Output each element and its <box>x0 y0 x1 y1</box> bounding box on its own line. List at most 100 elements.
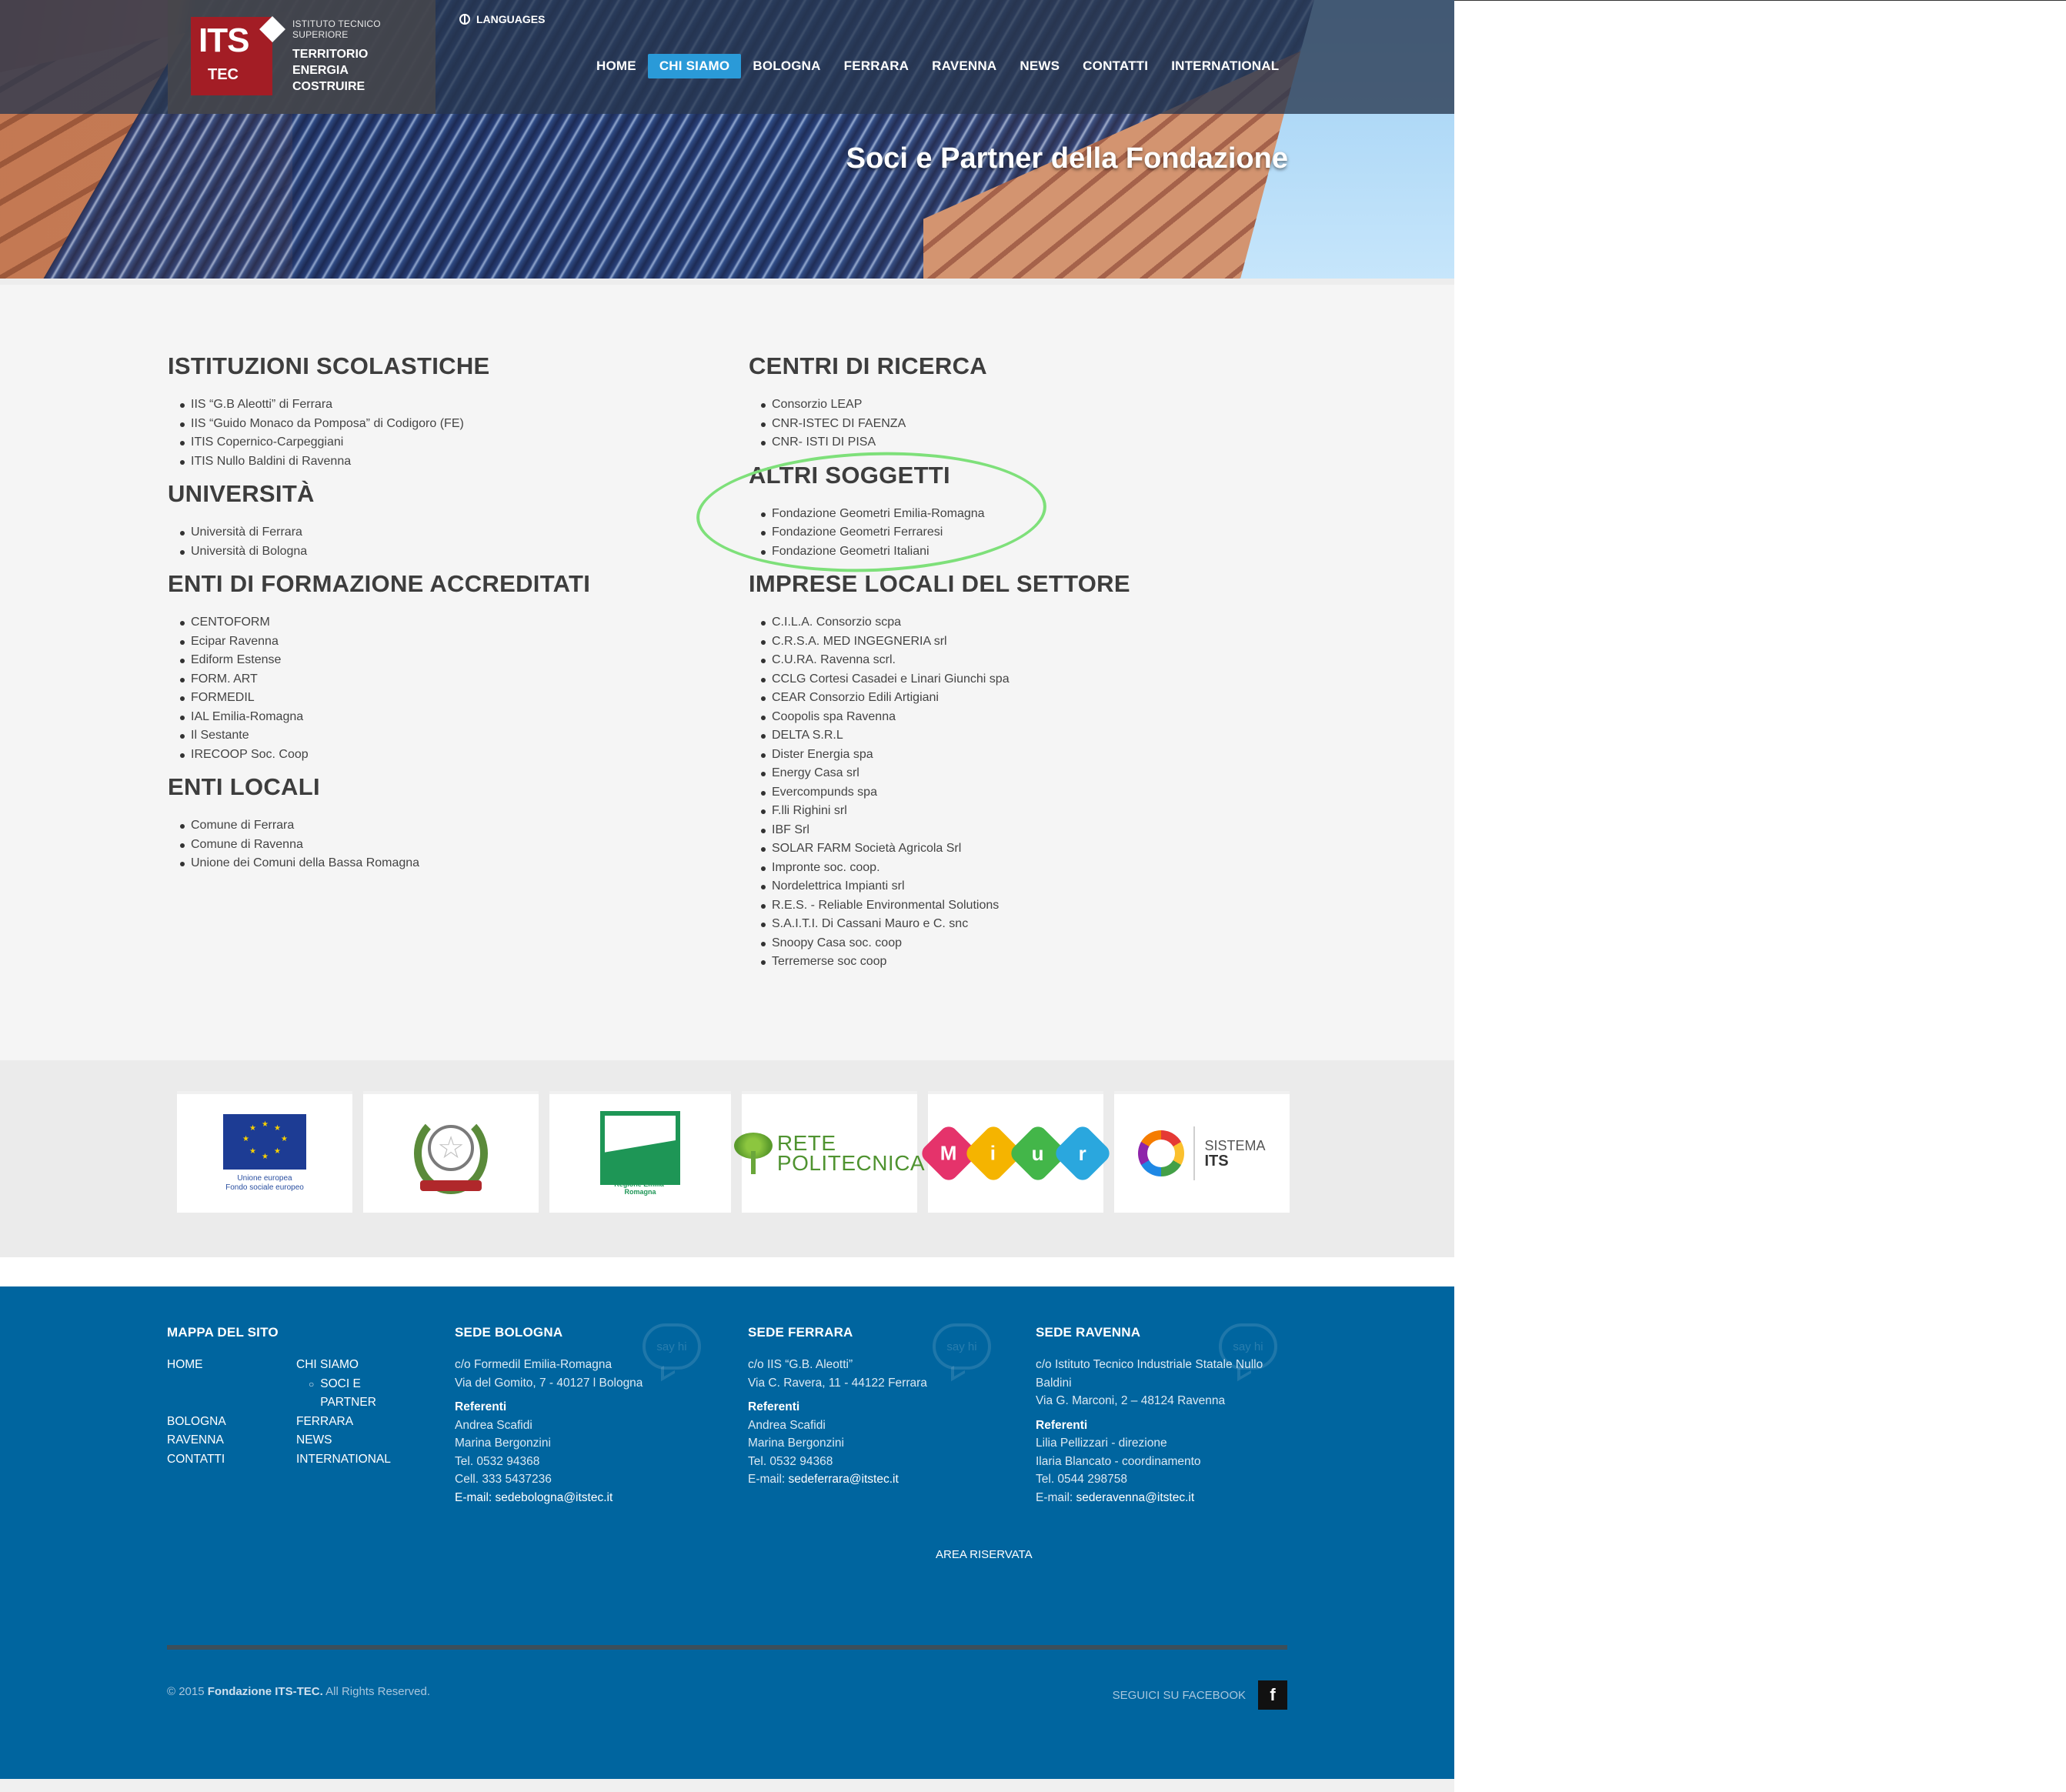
email-link[interactable]: sederavenna@itstec.it <box>1076 1491 1195 1504</box>
list-item: IIS “G.B Aleotti” di Ferrara <box>180 395 706 415</box>
section-universita: UNIVERSITÀ Università di Ferrara Universi… <box>168 480 706 561</box>
regione-emilia-romagna-logo[interactable]: Regione Emilia-Romagna <box>549 1091 731 1213</box>
section-title: IMPRESE LOCALI DEL SETTORE <box>749 570 1130 597</box>
list-item: CNR- ISTI DI PISA <box>761 433 1364 452</box>
list-item: SOLAR FARM Società Agricola Srl <box>761 839 1364 859</box>
sitemap-home[interactable]: HOME <box>167 1356 296 1375</box>
area-riservata-link[interactable]: AREA RISERVATA <box>936 1548 1033 1561</box>
top-edge-line <box>1454 0 2066 1</box>
section-istituzioni: ISTITUZIONI SCOLASTICHE IIS “G.B Aleotti… <box>168 352 706 471</box>
nav-bologna[interactable]: BOLOGNA <box>741 54 832 78</box>
sitemap-chi-siamo[interactable]: CHI SIAMO <box>296 1356 412 1375</box>
list-item: CCLG Cortesi Casadei e Linari Giunchi sp… <box>761 670 1364 689</box>
rer-caption: Regione Emilia-Romagna <box>614 1180 666 1196</box>
sitemap-soci-partner[interactable]: SOCI E PARTNER <box>320 1375 382 1413</box>
sitemap-ravenna[interactable]: RAVENNA <box>167 1431 296 1450</box>
logo-line: TERRITORIO <box>292 48 369 61</box>
sede-address: Via C. Ravera, 11 - 44122 Ferrara <box>748 1376 927 1390</box>
list-item: IRECOOP Soc. Coop <box>180 746 706 765</box>
list-item: Energy Casa srl <box>761 764 1364 783</box>
say-hi-icon: say hi <box>1219 1323 1277 1370</box>
item-list: Comune di Ferrara Comune di Ravenna Unione… <box>168 816 706 873</box>
languages-menu[interactable]: LANGUAGES <box>459 13 545 25</box>
email-label: E-mail: <box>748 1473 786 1486</box>
main-content: ISTITUZIONI SCOLASTICHE IIS “G.B Aleotti… <box>0 285 1454 1060</box>
list-item: Il Sestante <box>180 726 706 746</box>
section-title: UNIVERSITÀ <box>168 480 315 507</box>
sub-bullet-icon: ○ <box>309 1378 315 1390</box>
rete-politecnica-logo[interactable]: RETE POLITECNICA <box>733 1091 925 1213</box>
email-label: E-mail: <box>1036 1490 1073 1504</box>
list-item: R.E.S. - Reliable Environmental Solution… <box>761 896 1364 916</box>
nav-contatti[interactable]: CONTATTI <box>1071 54 1160 78</box>
eu-caption: Fondo sociale europeo <box>225 1183 304 1192</box>
referente: Marina Bergonzini <box>748 1437 844 1450</box>
nav-ravenna[interactable]: RAVENNA <box>920 54 1008 78</box>
eu-flag-icon: ★ ★ ★ ★ ★ ★ ★ ★ <box>223 1114 306 1170</box>
logo-its: ITS <box>199 22 249 59</box>
rer-icon: Regione Emilia-Romagna <box>600 1111 680 1196</box>
list-item: Comune di Ravenna <box>180 836 706 855</box>
miur-logo[interactable]: M i u r <box>918 1091 1113 1213</box>
nav-news[interactable]: NEWS <box>1008 54 1071 78</box>
eu-caption: Unione europea <box>237 1174 292 1183</box>
list-item: DELTA S.R.L <box>761 726 1364 746</box>
email-link[interactable]: sedebologna@itstec.it <box>496 1491 613 1504</box>
page-title: Soci e Partner della Fondazione <box>846 142 1288 175</box>
list-item: Ediform Estense <box>180 651 706 670</box>
facebook-icon[interactable]: f <box>1258 1680 1287 1710</box>
section-centri-ricerca: CENTRI DI RICERCA Consorzio LEAP CNR-ISTE… <box>749 352 1364 452</box>
list-item: Snoopy Casa soc. coop <box>761 934 1364 953</box>
sede-tel: Tel. 0532 94368 <box>455 1454 540 1468</box>
list-item: Unione dei Comuni della Bassa Romagna <box>180 854 706 873</box>
footer-sede-bologna: say hi SEDE BOLOGNA c/o Formedil Emilia-… <box>455 1323 709 1507</box>
list-item: Ecipar Ravenna <box>180 632 706 652</box>
email-label: E-mail: <box>455 1490 492 1504</box>
repubblica-italiana-logo[interactable]: ☆ <box>363 1091 539 1213</box>
sitemap-contatti[interactable]: CONTATTI <box>167 1450 296 1470</box>
item-list: Consorzio LEAP CNR-ISTEC DI FAENZA CNR- IS… <box>749 395 1364 452</box>
sede-address: Via del Gomito, 7 - 40127 l Bologna <box>455 1376 643 1390</box>
referente: Andrea Scafidi <box>748 1418 826 1432</box>
list-item: IBF Srl <box>761 821 1364 840</box>
logo-line: ENERGIA <box>292 64 349 77</box>
list-item: Università di Ferrara <box>180 523 706 542</box>
sistema-its-logo[interactable]: SISTEMA ITS <box>1114 1091 1290 1213</box>
list-item: CEAR Consorzio Edili Artigiani <box>761 689 1364 708</box>
compass-icon <box>1138 1130 1185 1176</box>
section-enti-formazione: ENTI DI FORMAZIONE ACCREDITATI CENTOFORM… <box>168 570 706 764</box>
hero-banner: ITS TEC ISTITUTO TECNICO SUPERIORE TERRI… <box>0 0 1454 285</box>
referenti-label: Referenti <box>748 1400 800 1413</box>
nav-chi-siamo[interactable]: CHI SIAMO <box>647 54 742 78</box>
italian-emblem-icon: ☆ <box>414 1113 488 1194</box>
logo-tec: TEC <box>208 66 239 83</box>
list-item: Coopolis spa Ravenna <box>761 708 1364 727</box>
sede-cell: Cell. 333 5437236 <box>455 1473 552 1486</box>
sitemap-title: MAPPA DEL SITO <box>167 1325 279 1340</box>
email-link[interactable]: sedeferrara@itstec.it <box>789 1473 899 1486</box>
social-links: SEGUICI SU FACEBOOK f <box>1113 1680 1287 1710</box>
list-item: F.lli Righini srl <box>761 802 1364 821</box>
list-item: Consorzio LEAP <box>761 395 1364 415</box>
nav-home[interactable]: HOME <box>585 54 648 78</box>
globe-icon <box>459 14 470 25</box>
copyright-brand: Fondazione ITS-TEC. <box>207 1685 323 1698</box>
list-item: C.U.RA. Ravenna scrl. <box>761 651 1364 670</box>
section-imprese: IMPRESE LOCALI DEL SETTORE C.I.L.A. Cons… <box>749 570 1364 972</box>
site-logo[interactable]: ITS TEC ISTITUTO TECNICO SUPERIORE TERRI… <box>168 0 436 114</box>
list-item: Impronte soc. coop. <box>761 859 1364 878</box>
referente: Ilaria Blancato - coordinamento <box>1036 1454 1201 1468</box>
eu-fse-logo[interactable]: ★ ★ ★ ★ ★ ★ ★ ★ Unione europea Fondo sociale … <box>177 1091 352 1213</box>
sitemap-international[interactable]: INTERNATIONAL <box>296 1450 412 1470</box>
logo-spark-icon <box>259 16 285 42</box>
its-word: ITS <box>1204 1153 1229 1170</box>
logo-text: ISTITUTO TECNICO SUPERIORE TERRITORIO EN… <box>292 18 436 95</box>
sitemap-news[interactable]: NEWS <box>296 1431 412 1450</box>
nav-ferrara[interactable]: FERRARA <box>833 54 921 78</box>
copyright: © 2015 Fondazione ITS-TEC. All Rights Re… <box>167 1685 430 1698</box>
sitemap-bologna[interactable]: BOLOGNA <box>167 1413 296 1432</box>
nav-international[interactable]: INTERNATIONAL <box>1160 54 1290 78</box>
right-column: CENTRI DI RICERCA Consorzio LEAP CNR-ISTE… <box>749 352 1364 979</box>
sitemap-ferrara[interactable]: FERRARA <box>296 1413 412 1432</box>
list-item: Evercompunds spa <box>761 783 1364 803</box>
